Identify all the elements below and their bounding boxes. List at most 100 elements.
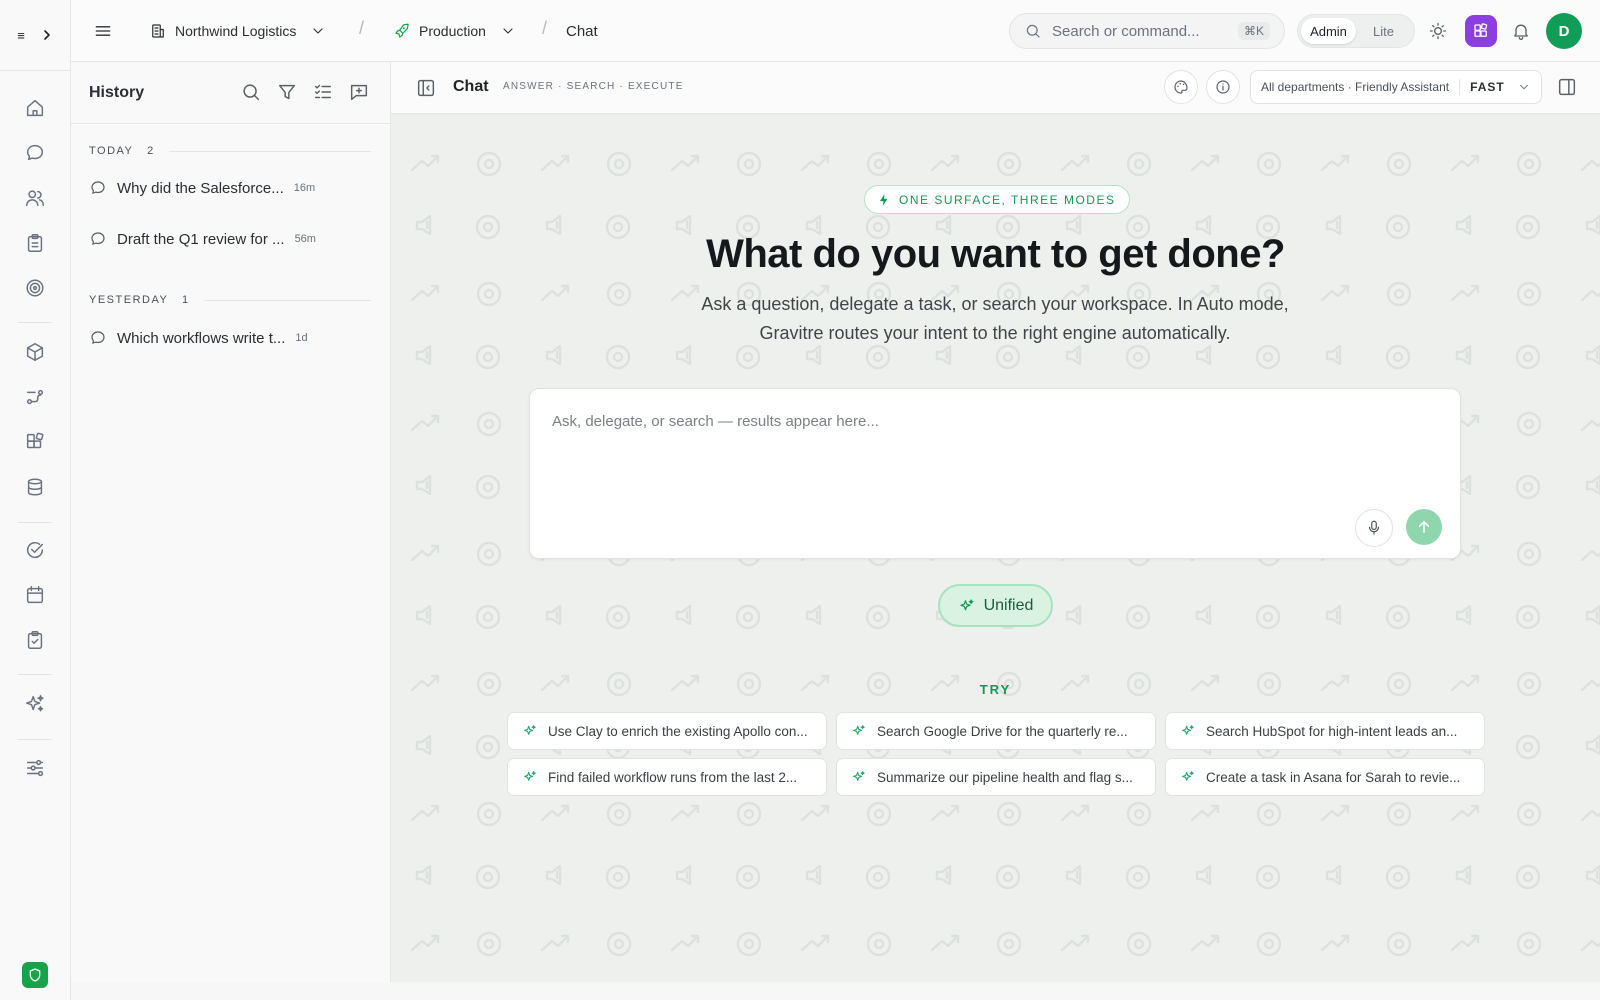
unified-mode-chip[interactable]: Unified <box>938 584 1053 627</box>
search-icon <box>1026 24 1040 38</box>
suggestion-chip[interactable]: Use Clay to enrich the existing Apollo c… <box>507 712 827 750</box>
sparkles-icon[interactable] <box>23 692 47 716</box>
rail-divider <box>18 674 52 675</box>
history-search-icon[interactable] <box>240 81 262 103</box>
history-panel: History TODAY 2 Why did the Salesforce..… <box>71 62 391 982</box>
history-item-title: Why did the Salesforce... <box>117 179 284 197</box>
box-icon[interactable] <box>23 340 47 364</box>
check-circle-icon[interactable] <box>23 538 47 562</box>
search-placeholder: Search or command... <box>1052 22 1200 40</box>
suggestion-text: Create a task in Asana for Sarah to revi… <box>1206 769 1461 785</box>
scope-selector[interactable]: All departments · Friendly Assistant FAS… <box>1250 70 1542 104</box>
theme-sun-icon[interactable] <box>1426 19 1450 43</box>
apps-icon[interactable] <box>23 430 47 454</box>
suggestion-chip[interactable]: Create a task in Asana for Sarah to revi… <box>1165 758 1485 796</box>
composer <box>529 388 1461 559</box>
suggestion-text: Search Google Drive for the quarterly re… <box>877 723 1128 739</box>
history-title: History <box>89 83 145 101</box>
palette-icon[interactable] <box>1164 70 1198 104</box>
microphone-icon <box>1368 520 1380 535</box>
select-list-icon[interactable] <box>312 81 334 103</box>
scope-text: All departments · Friendly Assistant <box>1261 80 1450 94</box>
history-item-age: 56m <box>294 233 316 245</box>
database-icon[interactable] <box>23 475 47 499</box>
collapse-sidebar-icon[interactable] <box>415 77 437 99</box>
send-button[interactable] <box>1406 509 1442 545</box>
filter-icon[interactable] <box>276 81 298 103</box>
sparkles-icon <box>1182 725 1194 735</box>
speed-label: FAST <box>1470 80 1505 94</box>
arrow-up-icon <box>1418 521 1430 533</box>
chevron-down-icon <box>313 28 323 34</box>
rocket-icon <box>395 23 409 38</box>
admin-lite-toggle[interactable]: Admin Lite <box>1297 14 1415 48</box>
chat-title: Chat <box>453 78 489 95</box>
chat-main: Chat ANSWER · SEARCH · EXECUTE All depar… <box>391 62 1600 982</box>
sparkles-icon <box>853 771 865 781</box>
workspace-name: Northwind Logistics <box>175 23 297 39</box>
history-item[interactable]: Draft the Q1 review for ... 56m <box>89 230 316 248</box>
sparkles-icon <box>959 598 974 610</box>
history-item[interactable]: Why did the Salesforce... 16m <box>89 179 315 197</box>
unified-label: Unified <box>983 596 1034 614</box>
info-icon[interactable] <box>1206 70 1240 104</box>
brand-logo: ≡ <box>17 27 25 43</box>
calendar-icon[interactable] <box>23 583 47 607</box>
history-group-today: TODAY 2 <box>89 145 371 157</box>
chat-bubble-icon <box>91 232 105 245</box>
suggestion-text: Search HubSpot for high-intent leads an.… <box>1206 723 1458 739</box>
chat-modes-caption: ANSWER · SEARCH · EXECUTE <box>503 81 684 92</box>
environment-switcher[interactable]: Production <box>393 0 516 62</box>
breadcrumb-separator: / <box>359 18 365 38</box>
bottom-strip <box>71 982 1600 1000</box>
rail-divider <box>18 322 52 323</box>
try-label: TRY <box>979 682 1012 697</box>
suggestion-chip[interactable]: Search HubSpot for high-intent leads an.… <box>1165 712 1485 750</box>
users-icon[interactable] <box>23 186 47 210</box>
workspace-switcher[interactable]: Northwind Logistics <box>149 0 326 62</box>
right-panel-toggle-icon[interactable] <box>1556 76 1578 98</box>
breadcrumb-separator: / <box>542 18 548 38</box>
suggestion-chip[interactable]: Find failed workflow runs from the last … <box>507 758 827 796</box>
top-bar: Northwind Logistics / Production / Chat … <box>71 0 1600 62</box>
search-shortcut-badge: ⌘K <box>1237 22 1270 40</box>
notifications-bell-icon[interactable] <box>1509 19 1533 43</box>
history-item-age: 16m <box>293 182 316 194</box>
chat-icon[interactable] <box>23 141 47 165</box>
chat-header: Chat ANSWER · SEARCH · EXECUTE All depar… <box>391 62 1600 114</box>
rail-brand[interactable]: ≡ <box>0 0 70 71</box>
target-icon[interactable] <box>23 276 47 300</box>
chevron-down-icon <box>503 28 513 34</box>
sparkles-icon <box>1182 771 1194 781</box>
command-search[interactable]: Search or command... ⌘K <box>1009 13 1285 49</box>
chat-bubble-icon <box>91 331 105 344</box>
composer-input[interactable] <box>552 413 1432 483</box>
home-icon[interactable] <box>23 96 47 120</box>
expand-chevron-icon[interactable] <box>41 29 53 41</box>
suggestion-chip[interactable]: Search Google Drive for the quarterly re… <box>836 712 1156 750</box>
clipboard-icon[interactable] <box>23 231 47 255</box>
mode-admin-option[interactable]: Admin <box>1301 18 1356 44</box>
history-item-age: 1d <box>295 332 308 344</box>
hero-subline: Ask a question, delegate a task, or sear… <box>701 294 1289 343</box>
user-avatar[interactable]: D <box>1546 13 1582 49</box>
modes-pill: ONE SURFACE, THREE MODES <box>864 185 1131 214</box>
sparkles-icon <box>853 725 865 735</box>
sliders-icon[interactable] <box>23 756 47 780</box>
security-shield-icon[interactable] <box>22 962 48 988</box>
microphone-button[interactable] <box>1355 509 1393 547</box>
left-rail: ≡ <box>0 0 71 1000</box>
lightning-icon <box>879 193 888 206</box>
workflow-icon[interactable] <box>23 385 47 409</box>
suggestion-text: Summarize our pipeline health and flag s… <box>877 769 1133 785</box>
menu-icon[interactable] <box>93 0 113 62</box>
mode-lite-option[interactable]: Lite <box>1356 18 1411 44</box>
new-chat-icon[interactable] <box>348 81 370 103</box>
integrations-apps-icon[interactable] <box>1465 15 1497 47</box>
history-item[interactable]: Which workflows write t... 1d <box>89 329 308 347</box>
sparkles-icon <box>524 771 536 781</box>
clipboard-check-icon[interactable] <box>23 628 47 652</box>
environment-name: Production <box>419 23 486 39</box>
suggestion-chip[interactable]: Summarize our pipeline health and flag s… <box>836 758 1156 796</box>
modes-pill-text: ONE SURFACE, THREE MODES <box>899 192 1116 207</box>
